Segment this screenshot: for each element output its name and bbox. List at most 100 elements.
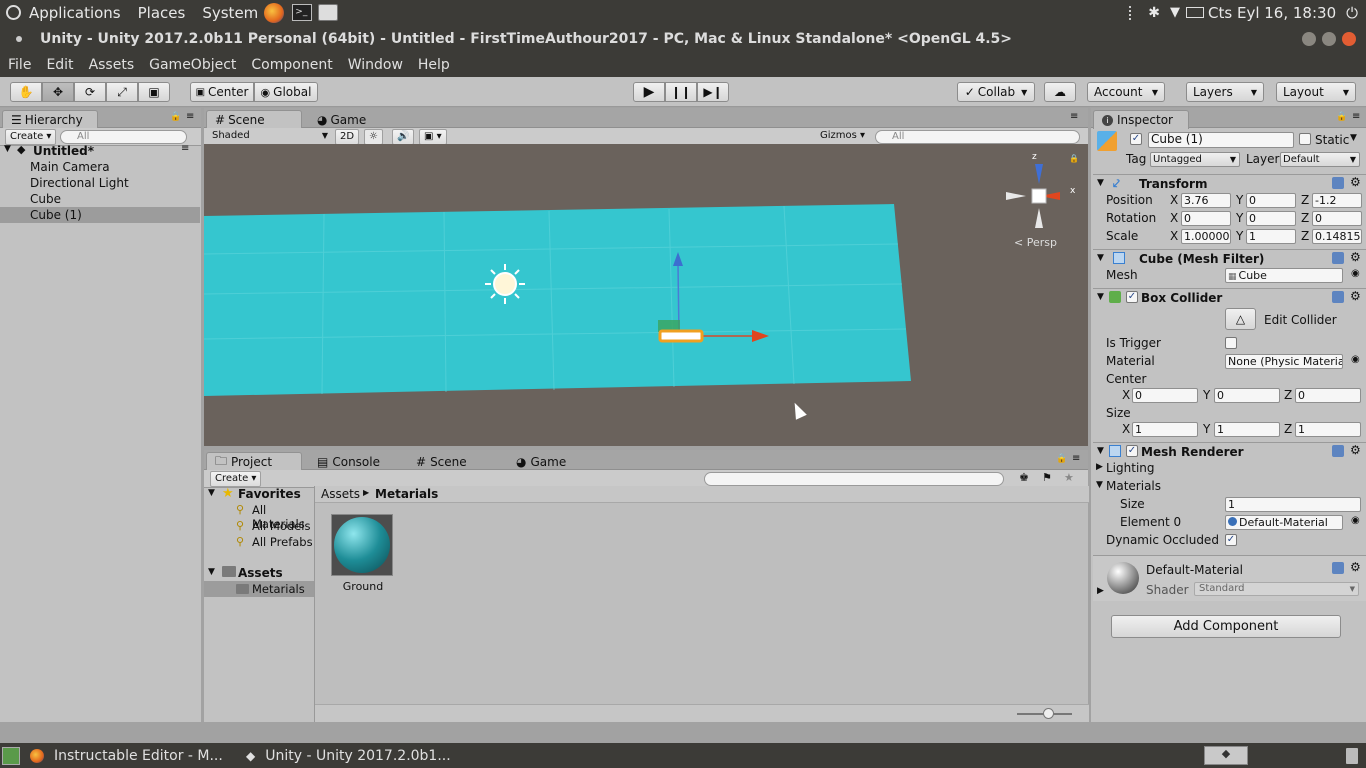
scale-z-field[interactable]: 0.14815 [1312, 229, 1362, 244]
menu-window[interactable]: Window [348, 57, 403, 73]
edit-collider-button[interactable]: △ [1225, 308, 1256, 330]
help-icon[interactable] [1332, 562, 1344, 574]
help-icon[interactable] [1332, 445, 1344, 457]
hierarchy-item-cube-1[interactable]: Cube (1) [0, 207, 200, 223]
screenshot-launcher-icon[interactable] [318, 4, 339, 21]
layout-dropdown[interactable]: Layout ▼ [1276, 82, 1356, 102]
center-z-field[interactable]: 0 [1295, 388, 1361, 403]
element-0-field[interactable]: Default-Material [1225, 515, 1343, 530]
icon-size-slider[interactable] [1017, 708, 1072, 719]
tab-project[interactable]: 🗀 Project [206, 452, 302, 471]
tab-hierarchy[interactable]: ☰ Hierarchy [2, 110, 98, 129]
mesh-renderer-enabled-checkbox[interactable]: ✓ [1126, 445, 1138, 457]
object-name-field[interactable]: Cube (1) [1148, 132, 1294, 148]
menu-file[interactable]: File [8, 57, 31, 73]
search-by-label-icon[interactable]: ⚑ [1042, 471, 1052, 484]
expand-arrow-icon[interactable]: ▼ [208, 567, 215, 577]
box-collider-enabled-checkbox[interactable]: ✓ [1126, 291, 1138, 303]
favorite-star-icon[interactable]: ★ [1064, 471, 1074, 484]
taskbar-item-instructable[interactable]: Instructable Editor - M... [54, 748, 234, 764]
tab-scene[interactable]: # Scene [206, 110, 302, 129]
breadcrumb-metarials[interactable]: Metarials [375, 487, 438, 501]
firefox-launcher-icon[interactable] [264, 2, 285, 23]
rect-tool-button[interactable]: ▣ [138, 82, 170, 102]
hand-tool-button[interactable]: ✋ [10, 82, 42, 102]
object-picker-icon[interactable]: ◉ [1351, 515, 1360, 526]
scale-y-field[interactable]: 1 [1246, 229, 1296, 244]
foldout-arrow-icon[interactable]: ▼ [1097, 292, 1104, 302]
close-icon[interactable] [1342, 31, 1356, 46]
battery-icon[interactable] [1186, 7, 1205, 18]
position-x-field[interactable]: 3.76 [1181, 193, 1231, 208]
taskbar-item-unity[interactable]: Unity - Unity 2017.2.0b1... [265, 748, 465, 764]
shading-dropdown[interactable]: Shaded ▼ [208, 129, 328, 145]
scene-orientation-gizmo[interactable]: z x 🔒 < Persp [1002, 152, 1082, 252]
menu-assets[interactable]: Assets [89, 57, 135, 73]
box-collider-header[interactable]: ▼ ✓ Box Collider ⚙ [1093, 288, 1366, 306]
center-x-field[interactable]: 0 [1132, 388, 1198, 403]
transform-header[interactable]: ▼ ⤦ Transform ⚙ [1093, 174, 1366, 192]
assets-label[interactable]: Assets [238, 566, 283, 580]
trash-icon[interactable] [1346, 747, 1358, 764]
tab-scene-2[interactable]: # Scene [407, 452, 487, 470]
shader-dropdown[interactable]: Standard ▼ [1194, 582, 1359, 596]
bluetooth-icon[interactable]: ✱ [1148, 5, 1160, 21]
settings-gear-icon[interactable]: ⚙ [1350, 560, 1361, 574]
lock-icon[interactable]: 🔒 [1056, 454, 1067, 464]
dynamic-occluded-checkbox[interactable]: ✓ [1225, 534, 1237, 546]
static-dropdown-icon[interactable]: ▼ [1350, 133, 1357, 143]
collab-dropdown[interactable]: ✓ Collab ▼ [957, 82, 1035, 102]
selected-cube[interactable] [658, 329, 704, 343]
add-component-button[interactable]: Add Component [1111, 615, 1341, 638]
layers-dropdown[interactable]: Layers ▼ [1186, 82, 1264, 102]
rotation-z-field[interactable]: 0 [1312, 211, 1362, 226]
folder-metarials-row[interactable]: Metarials [204, 581, 314, 597]
gizmos-dropdown[interactable]: Gizmos ▾ [816, 129, 869, 145]
ubuntu-logo-icon[interactable] [6, 5, 21, 20]
is-trigger-checkbox[interactable] [1225, 337, 1237, 349]
expand-arrow-icon[interactable]: ▼ [4, 144, 11, 154]
settings-gear-icon[interactable]: ⚙ [1350, 250, 1361, 264]
effects-dropdown-icon[interactable]: ▣ ▾ [419, 129, 447, 145]
tab-inspector[interactable]: i Inspector [1093, 110, 1189, 129]
search-by-type-icon[interactable]: ♚ [1019, 471, 1029, 484]
settings-gear-icon[interactable]: ⚙ [1350, 443, 1361, 457]
mesh-object-field[interactable]: ▦ Cube [1225, 268, 1343, 283]
keyboard-icon[interactable] [1129, 5, 1132, 20]
position-z-field[interactable]: -1.2 [1312, 193, 1362, 208]
foldout-arrow-icon[interactable]: ▼ [1096, 480, 1103, 490]
scale-x-field[interactable]: 1.00000 [1181, 229, 1231, 244]
tab-console[interactable]: ▤ Console [308, 452, 388, 470]
help-icon[interactable] [1332, 252, 1344, 264]
persp-label[interactable]: < Persp [1014, 236, 1057, 249]
step-button[interactable]: ▶❙ [697, 82, 729, 102]
panel-menu-icon[interactable]: ≡ [186, 111, 194, 122]
minimize-icon[interactable] [1302, 31, 1316, 46]
rotation-y-field[interactable]: 0 [1246, 211, 1296, 226]
lighting-toggle-icon[interactable]: ☼ [364, 129, 383, 145]
foldout-arrow-icon[interactable]: ▶ [1097, 586, 1104, 596]
places-menu[interactable]: Places [138, 4, 186, 22]
move-tool-button[interactable]: ✥ [42, 82, 74, 102]
center-y-field[interactable]: 0 [1214, 388, 1280, 403]
lock-icon[interactable]: 🔒 [1336, 112, 1347, 122]
settings-gear-icon[interactable]: ⚙ [1350, 289, 1361, 303]
scene-search-input[interactable]: All [875, 130, 1080, 144]
gizmo-lock-icon[interactable]: 🔒 [1069, 154, 1079, 163]
account-dropdown[interactable]: Account ▼ [1087, 82, 1165, 102]
workspace-switcher[interactable]: ◆ [1204, 746, 1248, 765]
audio-toggle-icon[interactable]: 🔊 [392, 129, 415, 145]
rotation-x-field[interactable]: 0 [1181, 211, 1231, 226]
project-create-button[interactable]: Create ▾ [210, 471, 262, 487]
lighting-foldout[interactable]: Lighting [1106, 461, 1155, 475]
favorite-all-prefabs[interactable]: All Prefabs [252, 535, 313, 549]
cloud-button[interactable]: ☁ [1044, 82, 1076, 102]
ground-plane[interactable] [204, 204, 911, 396]
menu-edit[interactable]: Edit [46, 57, 73, 73]
tab-game[interactable]: ◕ Game [308, 110, 368, 128]
rotate-tool-button[interactable]: ⟳ [74, 82, 106, 102]
expand-arrow-icon[interactable]: ▼ [208, 488, 215, 498]
materials-size-field[interactable]: 1 [1225, 497, 1361, 512]
foldout-arrow-icon[interactable]: ▼ [1097, 178, 1104, 188]
slider-handle[interactable] [1043, 708, 1054, 719]
